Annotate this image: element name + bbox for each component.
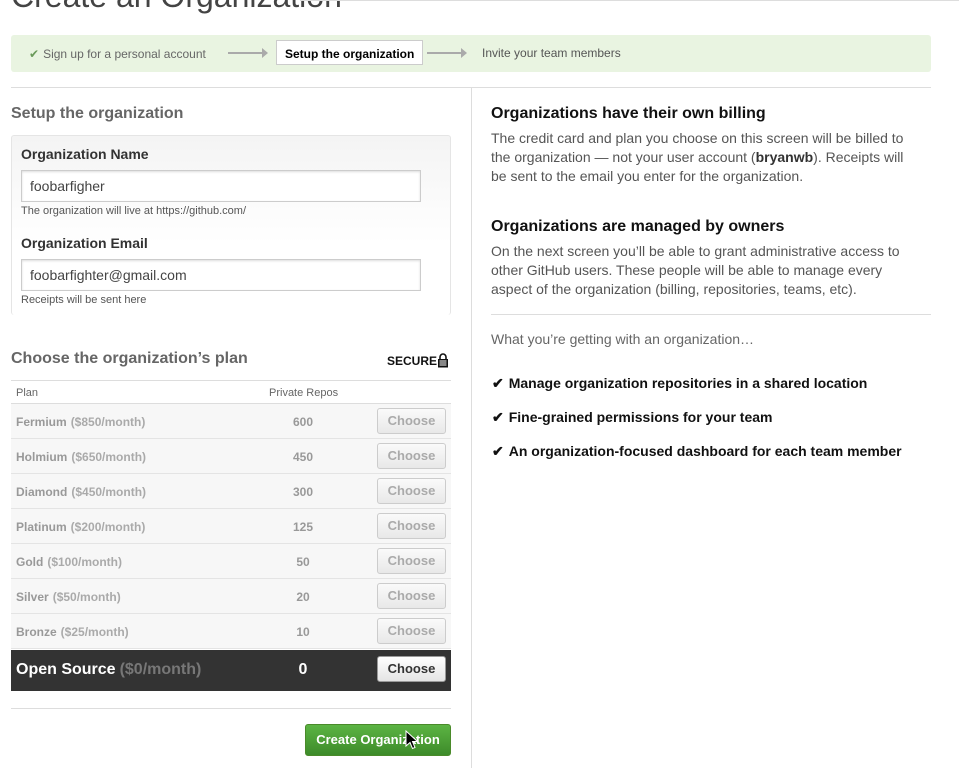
plan-repos: 450 <box>292 450 314 464</box>
plan-repos: 10 <box>296 625 310 639</box>
getting-intro: What you’re getting with an organization… <box>491 331 755 347</box>
org-email-label: Organization Email <box>21 235 148 251</box>
plan-repos: 20 <box>296 590 310 604</box>
col-private-repos: Private Repos <box>269 387 339 399</box>
plan-name: Gold ($100/month) <box>16 555 123 569</box>
choose-plan-button[interactable]: Choose <box>377 656 446 682</box>
username: bryanwb <box>755 149 814 165</box>
org-name-input[interactable] <box>21 170 421 202</box>
plan-row: Gold ($100/month) 50 Choose <box>11 544 451 579</box>
progress-steps: ✔ Sign up for a personal account Setup th… <box>11 35 931 72</box>
header-divider <box>300 0 959 1</box>
create-organization-button[interactable]: Create Organization <box>305 724 451 756</box>
lock-icon <box>438 353 448 368</box>
org-name-label: Organization Name <box>21 146 149 162</box>
plan-price: ($100/month) <box>47 555 123 569</box>
check-icon: ✔ <box>492 409 504 425</box>
check-icon: ✔ <box>492 443 504 459</box>
plan-table-header: Plan Private Repos <box>11 380 451 404</box>
plan-repos: 50 <box>296 555 310 569</box>
check-icon: ✔ <box>492 375 504 391</box>
info-divider <box>491 314 931 315</box>
column-divider <box>471 87 472 768</box>
step-setup: Setup the organization <box>276 40 424 65</box>
plan-row: Bronze ($25/month) 10 Choose <box>11 614 451 649</box>
mouse-cursor-icon <box>405 730 419 750</box>
plan-name: Platinum ($200/month) <box>16 520 146 534</box>
secure-label: SECURE <box>387 354 438 368</box>
plan-price: ($50/month) <box>52 590 121 604</box>
org-name-note: The organization will live at https://gi… <box>21 205 247 217</box>
page-title: Create an Organization <box>11 0 342 15</box>
arrow-icon <box>228 48 268 58</box>
plan-row: Fermium ($850/month) 600 Choose <box>11 404 451 439</box>
col-plan: Plan <box>16 387 39 399</box>
step-signup-label: Sign up for a personal account <box>43 47 206 61</box>
feature-item: ✔ Manage organization repositories in a s… <box>492 375 868 391</box>
choose-plan-button[interactable]: Choose <box>377 443 446 469</box>
choose-plan-button[interactable]: Choose <box>377 583 446 609</box>
plan-name: Open Source ($0/month) <box>16 661 202 678</box>
plan-repos: 0 <box>298 661 308 678</box>
plan-table: Plan Private Repos Fermium ($850/month) 6… <box>11 380 451 691</box>
choose-plan-button[interactable]: Choose <box>377 618 446 644</box>
org-email-note: Receipts will be sent here <box>21 294 147 306</box>
check-icon: ✔ <box>29 47 40 61</box>
step-signup: ✔ Sign up for a personal account <box>29 47 206 61</box>
actions-divider <box>11 708 451 709</box>
billing-text: The credit card and plan you choose on t… <box>491 130 904 184</box>
billing-title: Organizations have their own billing <box>491 105 766 122</box>
plan-row: Holmium ($650/month) 450 Choose <box>11 439 451 474</box>
plan-row: Diamond ($450/month) 300 Choose <box>11 474 451 509</box>
plan-price: ($200/month) <box>70 520 146 534</box>
plan-repos: 300 <box>292 485 314 499</box>
choose-plan-button[interactable]: Choose <box>377 408 446 434</box>
owners-title: Organizations are managed by owners <box>491 218 785 235</box>
plan-price: ($25/month) <box>60 625 129 639</box>
plan-name: Silver ($50/month) <box>16 590 121 604</box>
step-invite: Invite your team members <box>482 46 621 60</box>
plan-repos: 600 <box>292 415 314 429</box>
plan-name: Bronze ($25/month) <box>16 625 129 639</box>
choose-plan-button[interactable]: Choose <box>377 513 446 539</box>
org-email-input[interactable] <box>21 259 421 291</box>
arrow-icon <box>427 48 467 58</box>
plan-repos: 125 <box>292 520 314 534</box>
choose-plan-button[interactable]: Choose <box>377 548 446 574</box>
plan-name: Holmium ($650/month) <box>16 450 147 464</box>
plan-name: Diamond ($450/month) <box>16 485 147 499</box>
plan-price: ($450/month) <box>71 485 147 499</box>
plan-row: Platinum ($200/month) 125 Choose <box>11 509 451 544</box>
form-section-title: Setup the organization <box>11 105 184 122</box>
plan-price: ($650/month) <box>71 450 147 464</box>
plan-name: Fermium ($850/month) <box>16 415 146 429</box>
plan-row: Silver ($50/month) 20 Choose <box>11 579 451 614</box>
feature-item: ✔ An organization-focused dashboard for e… <box>492 443 902 459</box>
choose-plan-button[interactable]: Choose <box>377 478 446 504</box>
plan-price: ($850/month) <box>70 415 146 429</box>
plan-section-title: Choose the organization’s plan <box>11 350 248 367</box>
feature-item: ✔ Fine-grained permissions for your team <box>492 409 773 425</box>
owners-text: On the next screen you’ll be able to gra… <box>491 243 900 297</box>
plan-row-selected: Open Source ($0/month) 0 Choose <box>11 650 451 691</box>
plan-price: ($0/month) <box>119 661 202 678</box>
